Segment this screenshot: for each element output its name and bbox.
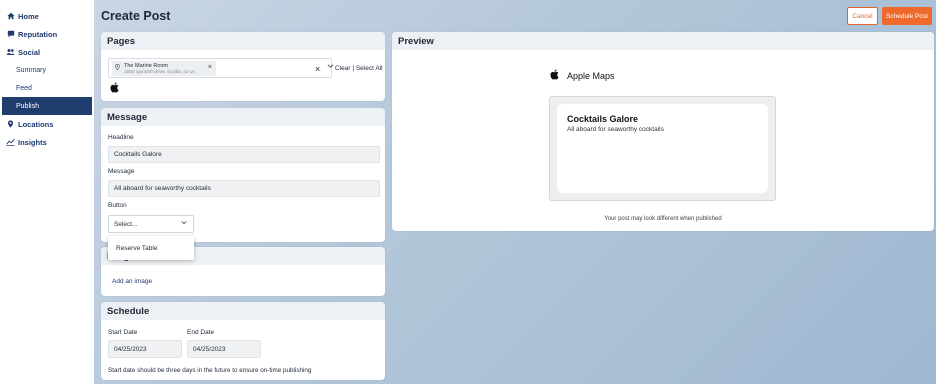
preview-post-body: All aboard for seaworthy cocktails	[567, 126, 664, 133]
pin-icon	[6, 120, 15, 128]
sidebar-item-label: Reputation	[18, 29, 58, 39]
message-input[interactable]: All aboard for seaworthy cocktails	[108, 180, 380, 197]
dropdown-option-reserve-table[interactable]: Reserve Table	[108, 236, 194, 260]
preview-post-title: Cocktails Galore	[567, 114, 639, 124]
clear-select-all-link[interactable]: Clear | Select All	[335, 65, 383, 72]
sidebar-item-locations[interactable]: Locations	[0, 115, 94, 133]
sidebar-item-label: Social	[18, 47, 41, 57]
sidebar-item-label: Publish	[16, 102, 39, 110]
sidebar-item-label: Locations	[18, 119, 54, 129]
preview-disclaimer: Your post may look different when publis…	[604, 216, 722, 222]
cancel-button[interactable]: Cancel	[847, 7, 878, 25]
pages-card-title: Pages	[101, 32, 385, 50]
preview-platform-name: Apple Maps	[567, 71, 615, 81]
sidebar-item-label: Home	[18, 11, 39, 21]
preview-post: Cocktails Galore All aboard for seaworth…	[557, 104, 768, 193]
schedule-card-title: Schedule	[101, 302, 385, 320]
start-date-input[interactable]: 04/25/2023	[108, 340, 182, 358]
message-label: Message	[108, 168, 135, 175]
message-card: Message Headline Cocktails Galore Messag…	[101, 108, 385, 260]
end-date-input[interactable]: 04/25/2023	[187, 340, 261, 358]
button-label: Button	[108, 202, 127, 209]
chevron-down-icon[interactable]	[327, 63, 334, 71]
sidebar-item-summary[interactable]: Summary	[0, 61, 94, 79]
chart-icon	[6, 138, 15, 146]
chevron-down-icon	[181, 220, 187, 227]
preview-card-title: Preview	[392, 32, 934, 50]
remove-chip-icon[interactable]: ×	[208, 64, 212, 71]
preview-card: Preview Apple Maps Cocktails Galore All …	[392, 32, 934, 231]
page-chip-address: 2000 spindrift drive, la jolla, ca us	[124, 69, 195, 75]
schedule-card: Schedule Start Date 04/25/2023 End Date …	[101, 302, 385, 380]
headline-label: Headline	[108, 134, 134, 141]
preview-frame: Cocktails Galore All aboard for seaworth…	[549, 96, 776, 201]
home-icon	[6, 12, 15, 20]
page-chip-name: The Marine Room	[124, 63, 169, 69]
pin-icon	[115, 63, 120, 72]
sidebar-item-publish[interactable]: Publish	[2, 97, 92, 115]
schedule-post-button[interactable]: Schedule Post	[882, 7, 932, 25]
pages-card: Pages The Marine Room 2000 spindrift dri…	[101, 32, 385, 101]
end-date-label: End Date	[187, 329, 215, 336]
button-select[interactable]: Select...	[108, 215, 194, 233]
pages-multiselect[interactable]: The Marine Room 2000 spindrift drive, la…	[108, 58, 334, 78]
add-image-link[interactable]: Add an image	[112, 278, 152, 285]
sidebar-item-home[interactable]: Home	[0, 7, 94, 25]
sidebar-item-insights[interactable]: Insights	[0, 133, 94, 151]
sidebar-item-reputation[interactable]: Reputation	[0, 25, 94, 43]
headline-input[interactable]: Cocktails Galore	[108, 146, 380, 163]
button-select-value: Select...	[114, 220, 138, 228]
preview-platform: Apple Maps	[550, 69, 615, 83]
users-icon	[6, 48, 15, 56]
apple-icon	[110, 82, 120, 95]
sidebar: Home Reputation Social Summary Feed Publ…	[0, 0, 94, 384]
page-chip: The Marine Room 2000 spindrift drive, la…	[112, 61, 216, 76]
sidebar-item-label: Summary	[16, 66, 46, 74]
sidebar-item-label: Insights	[18, 137, 47, 147]
sidebar-item-label: Feed	[16, 84, 32, 92]
schedule-note: Start date should be three days in the f…	[108, 367, 312, 374]
page-title: Create Post	[101, 9, 171, 23]
sidebar-item-feed[interactable]: Feed	[0, 79, 94, 97]
flag-icon	[6, 30, 15, 38]
sidebar-item-social[interactable]: Social	[0, 43, 94, 61]
start-date-label: Start Date	[108, 329, 138, 336]
clear-icon[interactable]: ×	[315, 64, 320, 74]
apple-icon	[550, 69, 560, 83]
message-card-title: Message	[101, 108, 385, 126]
